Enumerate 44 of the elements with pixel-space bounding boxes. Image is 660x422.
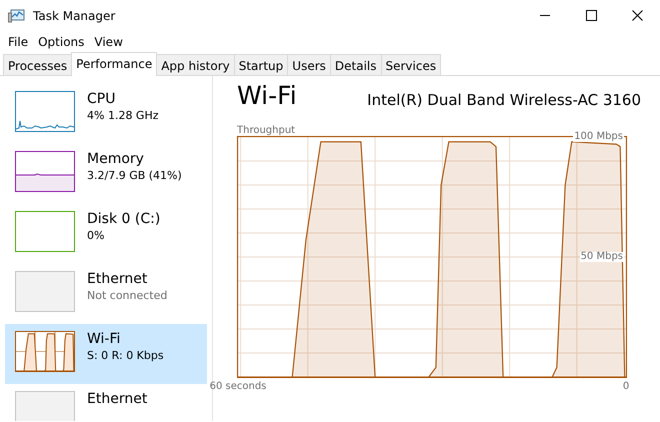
- sidebar-item[interactable]: Wi-Fi S: 0 R: 0 Kbps: [5, 324, 207, 384]
- menu-item[interactable]: Options: [33, 33, 90, 51]
- device-name: CPU: [87, 91, 116, 108]
- axis-label: Throughput: [237, 126, 296, 136]
- tab[interactable]: App history: [156, 54, 235, 75]
- app-icon: [8, 8, 25, 22]
- axis-tick-label: 100 Mbps: [573, 132, 624, 142]
- axis-tick-label: 0: [622, 382, 630, 392]
- device-status: S: 0 R: 0 Kbps: [87, 348, 164, 363]
- close-icon[interactable]: [632, 10, 642, 21]
- menu-item[interactable]: File: [3, 33, 34, 51]
- sidebar-item[interactable]: Memory 3.2/7.9 GB (41%): [5, 144, 207, 204]
- tab[interactable]: Startup: [234, 54, 288, 75]
- axis-tick-label: 60 seconds: [210, 382, 266, 392]
- panel-title: Wi-Fi: [237, 81, 297, 111]
- memory-graph: [15, 151, 75, 192]
- sidebar-item[interactable]: Ethernet Not connected: [5, 264, 207, 324]
- device-status: Not connected: [87, 288, 168, 303]
- adapter-name: Intel(R) Dual Band Wireless-AC 3160: [367, 90, 641, 110]
- sidebar-item[interactable]: Ethernet: [5, 384, 207, 421]
- sidebar-item[interactable]: CPU 4% 1.28 GHz: [5, 84, 207, 144]
- network-graph: [15, 331, 75, 372]
- menu-item[interactable]: View: [89, 33, 128, 51]
- tab[interactable]: Details: [330, 54, 382, 75]
- tab[interactable]: Performance: [71, 52, 158, 76]
- device-status: 3.2/7.9 GB (41%): [87, 168, 182, 183]
- empty-graph: [15, 391, 75, 421]
- device-name: Ethernet: [87, 391, 148, 408]
- tab[interactable]: Services: [380, 54, 442, 75]
- window-title: Task Manager: [33, 8, 116, 24]
- device-name: Wi-Fi: [87, 331, 122, 348]
- tab[interactable]: Users: [287, 54, 331, 75]
- device-status: 4% 1.28 GHz: [87, 108, 159, 123]
- device-name: Disk 0 (C:): [87, 211, 160, 228]
- axis-tick-label: 50 Mbps: [580, 252, 624, 262]
- empty-graph: [15, 271, 75, 312]
- device-name: Ethernet: [87, 271, 148, 288]
- tab[interactable]: Processes: [3, 54, 72, 75]
- cpu-graph: [15, 91, 75, 132]
- device-status: 0%: [87, 228, 106, 243]
- sidebar-item[interactable]: Disk 0 (C:) 0%: [5, 204, 207, 264]
- disk-graph: [15, 211, 75, 252]
- maximize-icon[interactable]: [586, 10, 596, 21]
- device-name: Memory: [87, 151, 145, 168]
